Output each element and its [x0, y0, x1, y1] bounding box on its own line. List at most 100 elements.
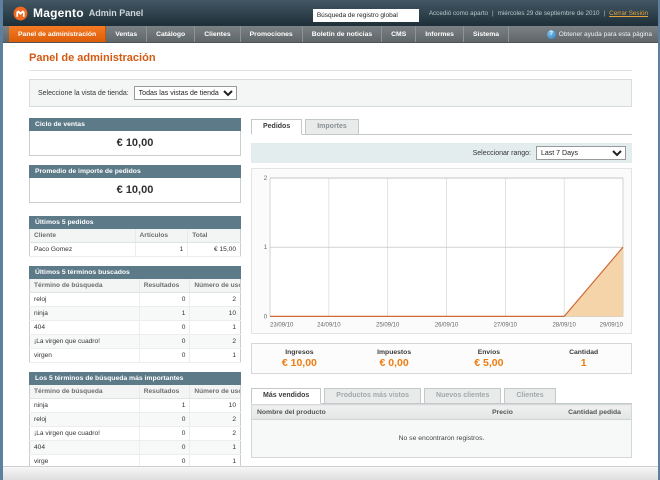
nav-item[interactable]: Clientes [195, 26, 241, 42]
range-select[interactable]: Last 7 Days [536, 146, 626, 160]
nav-item[interactable]: Promociones [241, 26, 303, 42]
table-cell: ¡La virgen que cuadro! [29, 426, 140, 441]
column-header: Cliente [29, 229, 135, 243]
tab-nuevos-clientes[interactable]: Nuevos clientes [424, 388, 502, 405]
magento-logo-icon [13, 6, 28, 20]
svg-text:23/09/10: 23/09/10 [270, 322, 294, 328]
table-cell: 0 [138, 426, 190, 441]
table-cell: 1 [189, 440, 241, 455]
column-header: Resultados [138, 385, 190, 399]
column-header: Número de usos [189, 279, 241, 293]
table-cell: 1 [134, 242, 188, 257]
svg-text:29/09/10: 29/09/10 [600, 322, 624, 328]
average-orders-title: Promedio de importe de pedidos [29, 165, 241, 178]
tab-pedidos[interactable]: Pedidos [251, 119, 303, 135]
nav-item[interactable]: Panel de administración [9, 26, 107, 42]
store-view-select[interactable]: Todas las vistas de tienda [133, 86, 237, 100]
tab-clientes[interactable]: Clientes [504, 388, 556, 405]
logout-link[interactable]: Cerrar Sesión [609, 10, 648, 17]
range-label: Seleccionar rango: [472, 149, 531, 157]
last-search-terms-table: Término de búsqueda Resultados Número de u… [29, 279, 241, 363]
table-cell: 2 [189, 292, 241, 307]
table-row[interactable]: reloj 0 2 [29, 292, 241, 307]
column-header: Término de búsqueda [29, 279, 140, 293]
magento-admin-window: Magento Admin Panel Accedió como aparto … [0, 0, 660, 480]
table-cell: 1 [138, 306, 190, 321]
svg-text:27/09/10: 27/09/10 [494, 322, 518, 328]
svg-text:2: 2 [264, 176, 268, 182]
global-search-input[interactable] [312, 9, 419, 22]
app-title: Magento [33, 6, 84, 20]
nav-item[interactable]: Ventas [106, 26, 148, 42]
column-header: Término de búsqueda [29, 385, 140, 399]
top-header-bar: Magento Admin Panel Accedió como aparto … [3, 0, 658, 26]
table-row[interactable]: 404 0 1 [29, 320, 241, 335]
nav-item[interactable]: Catálogo [147, 26, 196, 42]
main-nav-list: Panel de administración Ventas Catálogo Cli… [9, 26, 510, 42]
table-header-row: Término de búsqueda Resultados Número de u… [29, 279, 241, 293]
tab-productos-m-s-vistos[interactable]: Productos más vistos [324, 388, 422, 405]
table-cell: 2 [189, 412, 241, 427]
table-cell: 2 [189, 334, 241, 349]
table-cell: reloj [29, 292, 140, 307]
top-search-terms-box: Los 5 términos de búsqueda más important… [29, 372, 241, 469]
column-header: Precio [487, 404, 564, 421]
table-row[interactable]: ninja 1 10 [29, 398, 241, 413]
user-info: Accedió como aparto | miércoles 29 de se… [429, 10, 648, 17]
table-header-row: Nombre del producto Precio Cantidad pedida [251, 404, 632, 421]
dashboard-left-column: Ciclo de ventas € 10,00 Promedio de impo… [29, 118, 241, 478]
table-cell: 1 [189, 348, 241, 363]
table-row[interactable]: ¡La virgen que cuadro! 0 2 [29, 426, 241, 441]
table-row[interactable]: reloj 0 2 [29, 412, 241, 427]
range-selector-bar: Seleccionar rango: Last 7 Days [251, 143, 632, 163]
nav-item[interactable]: Boletín de noticias [303, 26, 383, 42]
tab-importes[interactable]: Importes [305, 119, 359, 135]
tab-m-s-vendidos[interactable]: Más vendidos [251, 388, 322, 405]
table-cell: ninja [29, 306, 140, 321]
last-orders-table: Cliente Artículos Total Paco Gomez 1 € 15,00 [29, 229, 241, 257]
average-orders-box: Promedio de importe de pedidos € 10,00 [29, 165, 241, 203]
table-row[interactable]: ninja 1 10 [29, 306, 241, 321]
svg-text:0: 0 [264, 314, 268, 320]
svg-text:25/09/10: 25/09/10 [376, 322, 400, 328]
table-row[interactable]: ¡La virgen que cuadro! 0 2 [29, 334, 241, 349]
lifetime-sales-value: € 10,00 [29, 131, 241, 156]
table-cell: ninja [29, 398, 140, 413]
stat-label: Cantidad [569, 349, 599, 357]
store-view-label: Seleccione la vista de tienda: [38, 89, 129, 97]
table-header-row: Cliente Artículos Total [29, 229, 241, 243]
svg-text:26/09/10: 26/09/10 [435, 322, 459, 328]
empty-row: No se encontraron registros. [251, 419, 632, 458]
help-link[interactable]: ? Obtener ayuda para esta página [546, 26, 652, 42]
table-cell: € 15,00 [187, 242, 241, 257]
last-search-terms-title: Últimos 5 términos buscados [29, 266, 241, 279]
nav-item[interactable]: Informes [416, 26, 464, 42]
last-orders-box: Últimos 5 pedidos Cliente Artículos Total P… [29, 216, 241, 257]
table-cell: 0 [138, 334, 190, 349]
column-header: Artículos [134, 229, 188, 243]
table-header-row: Término de búsqueda Resultados Número de u… [29, 385, 241, 399]
separator: | [603, 9, 606, 17]
lifetime-sales-title: Ciclo de ventas [29, 118, 241, 131]
separator: | [491, 9, 494, 17]
stat-value: € 10,00 [281, 357, 317, 370]
last-search-terms-box: Últimos 5 términos buscados Término de b… [29, 266, 241, 363]
table-row[interactable]: Paco Gomez 1 € 15,00 [29, 242, 241, 257]
stat-value: € 5,00 [474, 357, 504, 370]
product-report-tabs: Más vendidos Productos más vistos Nuevos c… [251, 387, 632, 405]
nav-item[interactable]: CMS [382, 26, 417, 42]
help-icon: ? [546, 29, 556, 39]
table-cell: ¡La virgen que cuadro! [29, 334, 140, 349]
table-row[interactable]: virgen 0 1 [29, 348, 241, 363]
average-orders-value: € 10,00 [29, 178, 241, 203]
global-search [312, 4, 419, 22]
orders-chart: 23/09/10 24/09/10 25/09/10 26/09/10 27/09/10… [251, 168, 632, 335]
table-row[interactable]: 404 0 1 [29, 440, 241, 455]
top-search-terms-table: Término de búsqueda Resultados Número de u… [29, 385, 241, 469]
stat-value: 1 [580, 357, 587, 370]
top-search-terms-title: Los 5 términos de búsqueda más important… [29, 372, 241, 385]
lifetime-sales-box: Ciclo de ventas € 10,00 [29, 118, 241, 156]
table-cell: 0 [138, 348, 190, 363]
current-date-label: miércoles 29 de septiembre de 2010 [497, 9, 600, 17]
nav-item[interactable]: Sistema [464, 26, 510, 42]
